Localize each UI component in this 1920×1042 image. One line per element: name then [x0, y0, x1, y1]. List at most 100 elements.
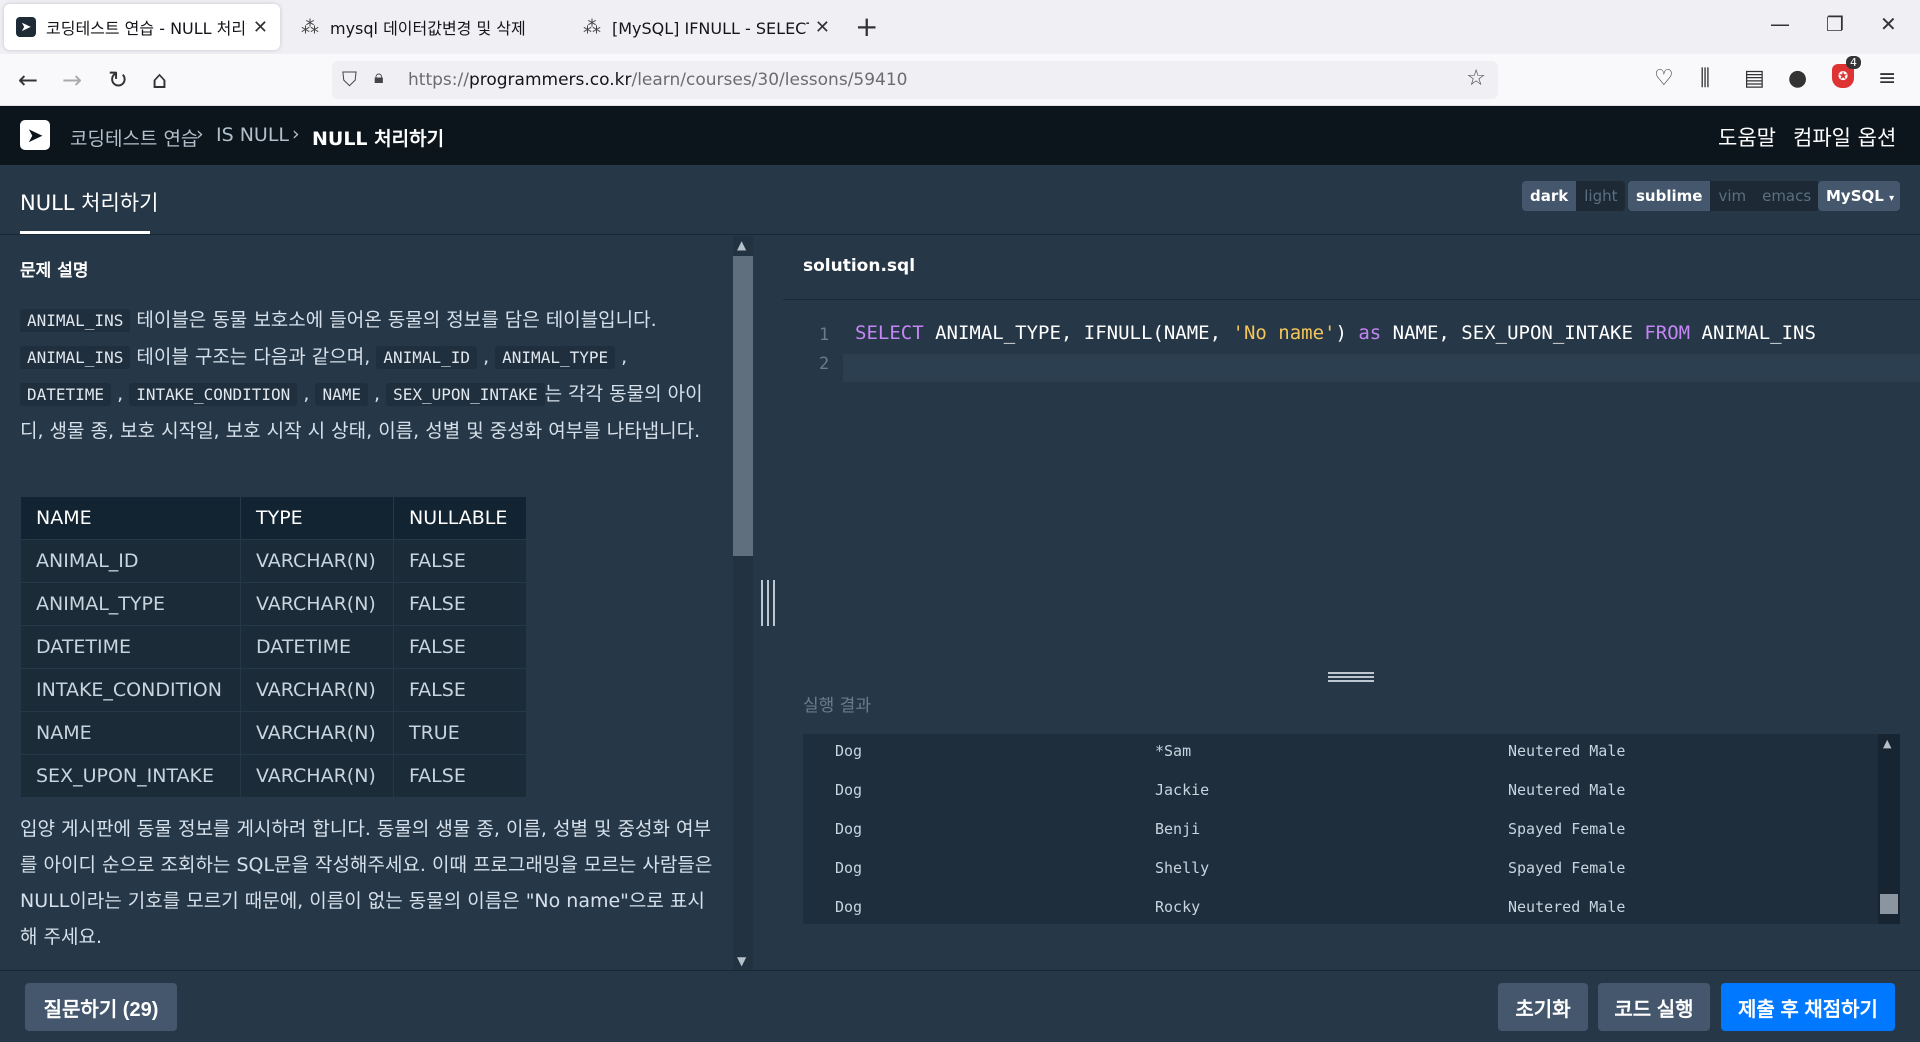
submit-button[interactable]: 제출 후 채점하기	[1721, 983, 1895, 1031]
breadcrumb-current: NULL 처리하기	[312, 128, 445, 150]
lock-icon[interactable]: 🔒︎	[374, 67, 384, 88]
result-cell: Dog	[835, 742, 863, 760]
language-select-value: MySQL	[1826, 187, 1884, 205]
bookmark-star-icon[interactable]: ☆	[1466, 66, 1486, 91]
language-select[interactable]: MySQL ▾	[1818, 181, 1900, 211]
scroll-up-icon[interactable]: ▲	[1883, 737, 1891, 750]
result-cell: Jackie	[1155, 781, 1210, 799]
back-icon[interactable]: ←	[18, 66, 38, 94]
tracking-shield-icon[interactable]: ⛉	[342, 67, 357, 91]
keymap-emacs-option[interactable]: emacs	[1754, 181, 1819, 211]
address-bar[interactable]: ⛉ 🔒︎ https://programmers.co.kr/learn/cou…	[332, 61, 1498, 99]
code-line-1[interactable]: SELECT ANIMAL_TYPE, IFNULL(NAME, 'No nam…	[855, 322, 1816, 344]
action-footer: 질문하기 (29) 초기화 코드 실행 제출 후 채점하기	[0, 970, 1920, 1042]
problem-intro: ANIMAL_INS 테이블은 동물 보호소에 들어온 동물의 정보를 담은 테…	[20, 309, 703, 442]
browser-nav-bar: ← → ↻ ⌂ ⛉ 🔒︎ https://programmers.co.kr/l…	[0, 54, 1920, 106]
scrollbar-thumb[interactable]	[1880, 894, 1898, 914]
lesson-title-tab[interactable]: NULL 처리하기	[20, 187, 158, 217]
results-title: 실행 결과	[803, 696, 871, 716]
result-cell: Dog	[835, 898, 863, 916]
forward-icon[interactable]: →	[62, 66, 82, 94]
table-cell: NAME	[20, 711, 241, 755]
minimize-icon[interactable]: —	[1770, 12, 1790, 36]
table-row: Dog Benji Spayed Female	[803, 812, 1861, 850]
table-cell: VARCHAR(N)	[240, 754, 394, 798]
inline-code: DATETIME	[20, 383, 112, 406]
table-row: Dog Rocky Neutered Male	[803, 890, 1861, 924]
pocket-icon[interactable]: ♡	[1654, 66, 1674, 91]
pane-divider[interactable]	[753, 236, 783, 970]
table-cell: ANIMAL_TYPE	[20, 582, 241, 626]
current-line-highlight	[843, 354, 1920, 382]
editor-pane: solution.sql 1 2 SELECT ANIMAL_TYPE, IFN…	[783, 236, 1920, 970]
help-link[interactable]: 도움말	[1718, 122, 1776, 152]
section-title: 문제 설명	[20, 261, 89, 281]
keymap-sublime-option[interactable]: sublime	[1628, 181, 1711, 211]
tab-title: mysql 데이터값변경 및 삭제	[330, 19, 526, 38]
table-cell: INTAKE_CONDITION	[20, 668, 241, 712]
result-cell: Spayed Female	[1508, 820, 1626, 838]
table-header: TYPE	[240, 496, 394, 540]
problem-task: 입양 게시판에 동물 정보를 게시하려 합니다. 동물의 생물 종, 이름, 성…	[20, 818, 713, 948]
breadcrumb-item-coding-test[interactable]: 코딩테스트 연습	[70, 124, 198, 151]
home-icon[interactable]: ⌂	[152, 66, 167, 94]
url-text[interactable]: https://programmers.co.kr/learn/courses/…	[408, 70, 908, 90]
tistory-favicon-icon: ⁂	[301, 16, 319, 38]
browser-tab-active[interactable]: ➤ 코딩테스트 연습 - NULL 처리하 ✕	[4, 4, 280, 50]
active-tab-underline	[20, 231, 150, 234]
table-cell: FALSE	[393, 754, 527, 798]
result-cell: Neutered Male	[1508, 898, 1626, 916]
results-scrollbar[interactable]: ▲ ▼	[1878, 734, 1900, 924]
horizontal-resize-handle-icon[interactable]	[1328, 672, 1374, 682]
schema-table: NAME TYPE NULLABLE ANIMAL_ID VARCHAR(N) FA…	[20, 496, 527, 798]
account-icon[interactable]: ●	[1788, 66, 1807, 91]
menu-icon[interactable]: ≡	[1878, 66, 1896, 91]
inline-code: SEX_UPON_INTAKE	[386, 383, 545, 406]
browser-tab-2[interactable]: ⁂ mysql 데이터값변경 및 삭제	[288, 4, 564, 50]
code-editor[interactable]: 1 2 SELECT ANIMAL_TYPE, IFNULL(NAME, 'No…	[783, 299, 1920, 669]
browser-tab-3[interactable]: ⁂ [MySQL] IFNULL - SELECT 문에 ✕	[570, 4, 842, 50]
programmers-logo-icon[interactable]: ➤	[20, 120, 50, 150]
close-tab-icon[interactable]: ✕	[253, 17, 268, 38]
table-header: NULLABLE	[393, 496, 527, 540]
table-cell: DATETIME	[20, 625, 241, 669]
sidebar-icon[interactable]: ▤	[1744, 66, 1765, 91]
new-tab-icon[interactable]: +	[855, 10, 878, 43]
description-scrollbar[interactable]: ▲ ▼	[733, 236, 753, 970]
keymap-toggle: sublime vim emacs	[1628, 181, 1820, 211]
breadcrumb-item-is-null[interactable]: IS NULL	[216, 124, 289, 146]
lesson-subheader: NULL 처리하기 dark light sublime vim emacs M…	[0, 165, 1920, 235]
scroll-up-icon[interactable]: ▲	[737, 238, 746, 252]
inline-code: ANIMAL_INS	[20, 309, 131, 332]
programmers-favicon-icon: ➤	[16, 17, 36, 37]
table-row: Dog Jackie Neutered Male	[803, 773, 1861, 811]
scrollbar-thumb[interactable]	[733, 256, 753, 556]
reload-icon[interactable]: ↻	[108, 66, 128, 94]
close-tab-icon[interactable]: ✕	[815, 17, 830, 38]
table-cell: FALSE	[393, 539, 527, 583]
compile-options-link[interactable]: 컴파일 옵션	[1793, 122, 1896, 152]
extension-badge-count: 4	[1846, 56, 1861, 69]
result-cell: Spayed Female	[1508, 859, 1626, 877]
intro-text-2: 테이블 구조는 다음과 같으며,	[130, 346, 377, 368]
table-cell: DATETIME	[240, 625, 394, 669]
table-row: ANIMAL_TYPE VARCHAR(N) FALSE	[20, 582, 527, 626]
reset-button[interactable]: 초기화	[1498, 983, 1588, 1031]
vertical-resize-handle-icon[interactable]	[761, 580, 775, 626]
run-code-button[interactable]: 코드 실행	[1598, 983, 1710, 1031]
table-cell: VARCHAR(N)	[240, 539, 394, 583]
tab-title: 코딩테스트 연습 - NULL 처리하	[46, 19, 247, 38]
table-header: NAME	[20, 496, 241, 540]
scroll-down-icon[interactable]: ▼	[737, 954, 746, 968]
close-window-icon[interactable]: ✕	[1880, 12, 1897, 36]
result-cell: Benji	[1155, 820, 1201, 838]
keymap-vim-option[interactable]: vim	[1710, 181, 1754, 211]
result-cell: Dog	[835, 820, 863, 838]
library-icon[interactable]: ⫼	[1700, 66, 1710, 91]
theme-dark-option[interactable]: dark	[1522, 181, 1577, 211]
theme-light-option[interactable]: light	[1576, 181, 1625, 211]
ask-question-button[interactable]: 질문하기 (29)	[25, 983, 177, 1031]
table-row: SEX_UPON_INTAKE VARCHAR(N) FALSE	[20, 754, 527, 798]
table-cell: FALSE	[393, 582, 527, 626]
restore-icon[interactable]: ❐	[1826, 12, 1844, 36]
